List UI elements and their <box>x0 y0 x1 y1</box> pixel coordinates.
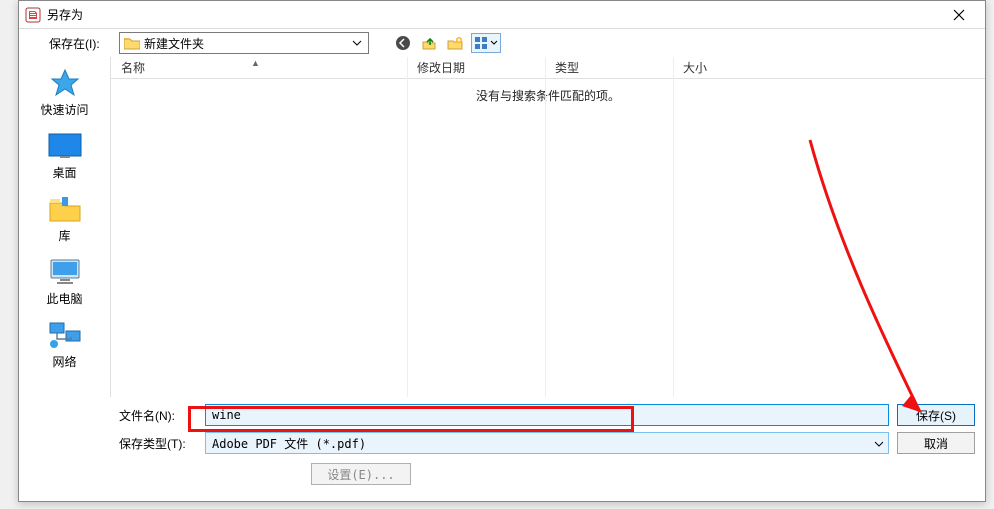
column-size[interactable]: 大小 <box>673 57 793 78</box>
column-name[interactable]: 名称 ▲ <box>111 57 407 78</box>
network-icon <box>47 319 83 351</box>
save-button[interactable]: 保存(S) <box>897 404 975 426</box>
dialog-title: 另存为 <box>47 6 939 23</box>
back-icon[interactable] <box>393 33 413 53</box>
save-button-label: 保存(S) <box>916 407 956 424</box>
place-label: 桌面 <box>52 164 76 181</box>
app-icon <box>25 7 41 23</box>
settings-button[interactable]: 设置(E)... <box>311 463 411 485</box>
new-folder-icon[interactable] <box>445 33 465 53</box>
place-label: 网络 <box>52 353 76 370</box>
location-text: 新建文件夹 <box>144 35 350 52</box>
place-network[interactable]: 网络 <box>19 315 110 376</box>
place-quick-access[interactable]: 快速访问 <box>19 63 110 124</box>
column-type-label: 类型 <box>555 59 579 76</box>
place-this-pc[interactable]: 此电脑 <box>19 252 110 313</box>
place-label: 库 <box>58 227 70 244</box>
cancel-button-label: 取消 <box>924 435 948 452</box>
cancel-button[interactable]: 取消 <box>897 432 975 454</box>
place-label: 此电脑 <box>46 290 82 307</box>
desktop-icon <box>47 130 83 162</box>
filetype-combo[interactable]: Adobe PDF 文件 (*.pdf) <box>205 432 889 454</box>
folder-icon <box>124 36 140 50</box>
places-bar: 快速访问 桌面 库 此电脑 <box>19 57 111 397</box>
quick-access-icon <box>47 67 83 99</box>
list-body[interactable]: 没有与搜索条件匹配的项。 <box>111 79 985 397</box>
filename-row: 文件名(N): 保存(S) <box>119 401 975 429</box>
location-combo[interactable]: 新建文件夹 <box>119 32 369 54</box>
save-in-row: 保存在(I): 新建文件夹 <box>19 29 985 57</box>
column-name-label: 名称 <box>121 59 145 76</box>
column-type[interactable]: 类型 <box>545 57 673 78</box>
file-list-view: 名称 ▲ 修改日期 类型 大小 没有与搜索条件匹配的项。 <box>111 57 985 397</box>
this-pc-icon <box>47 256 83 288</box>
filetype-value: Adobe PDF 文件 (*.pdf) <box>212 435 366 452</box>
up-one-level-icon[interactable] <box>419 33 439 53</box>
place-desktop[interactable]: 桌面 <box>19 126 110 187</box>
bottom-fields: 文件名(N): 保存(S) 保存类型(T): Adobe PDF 文件 (*.p… <box>19 397 985 487</box>
settings-row: 设置(E)... <box>119 457 975 485</box>
save-in-label: 保存在(I): <box>49 35 111 52</box>
empty-message: 没有与搜索条件匹配的项。 <box>476 87 620 104</box>
close-button[interactable] <box>939 2 979 28</box>
libraries-icon <box>47 193 83 225</box>
chevron-down-icon[interactable] <box>350 33 364 53</box>
chevron-down-icon <box>874 436 884 450</box>
body-row: 快速访问 桌面 库 此电脑 <box>19 57 985 397</box>
settings-button-label: 设置(E)... <box>327 466 394 483</box>
place-libraries[interactable]: 库 <box>19 189 110 250</box>
filetype-label: 保存类型(T): <box>119 435 197 452</box>
list-headers: 名称 ▲ 修改日期 类型 大小 <box>111 57 985 79</box>
view-menu-icon[interactable] <box>471 33 501 53</box>
sort-asc-icon: ▲ <box>251 58 260 68</box>
titlebar: 另存为 <box>19 1 985 29</box>
column-size-label: 大小 <box>683 59 707 76</box>
save-as-dialog: 另存为 保存在(I): 新建文件夹 <box>18 0 986 502</box>
filename-label: 文件名(N): <box>119 407 197 424</box>
column-date-label: 修改日期 <box>417 59 465 76</box>
filename-input[interactable] <box>205 404 889 426</box>
column-date[interactable]: 修改日期 <box>407 57 545 78</box>
toolbar-icons <box>393 33 501 53</box>
place-label: 快速访问 <box>40 101 88 118</box>
filetype-row: 保存类型(T): Adobe PDF 文件 (*.pdf) 取消 <box>119 429 975 457</box>
